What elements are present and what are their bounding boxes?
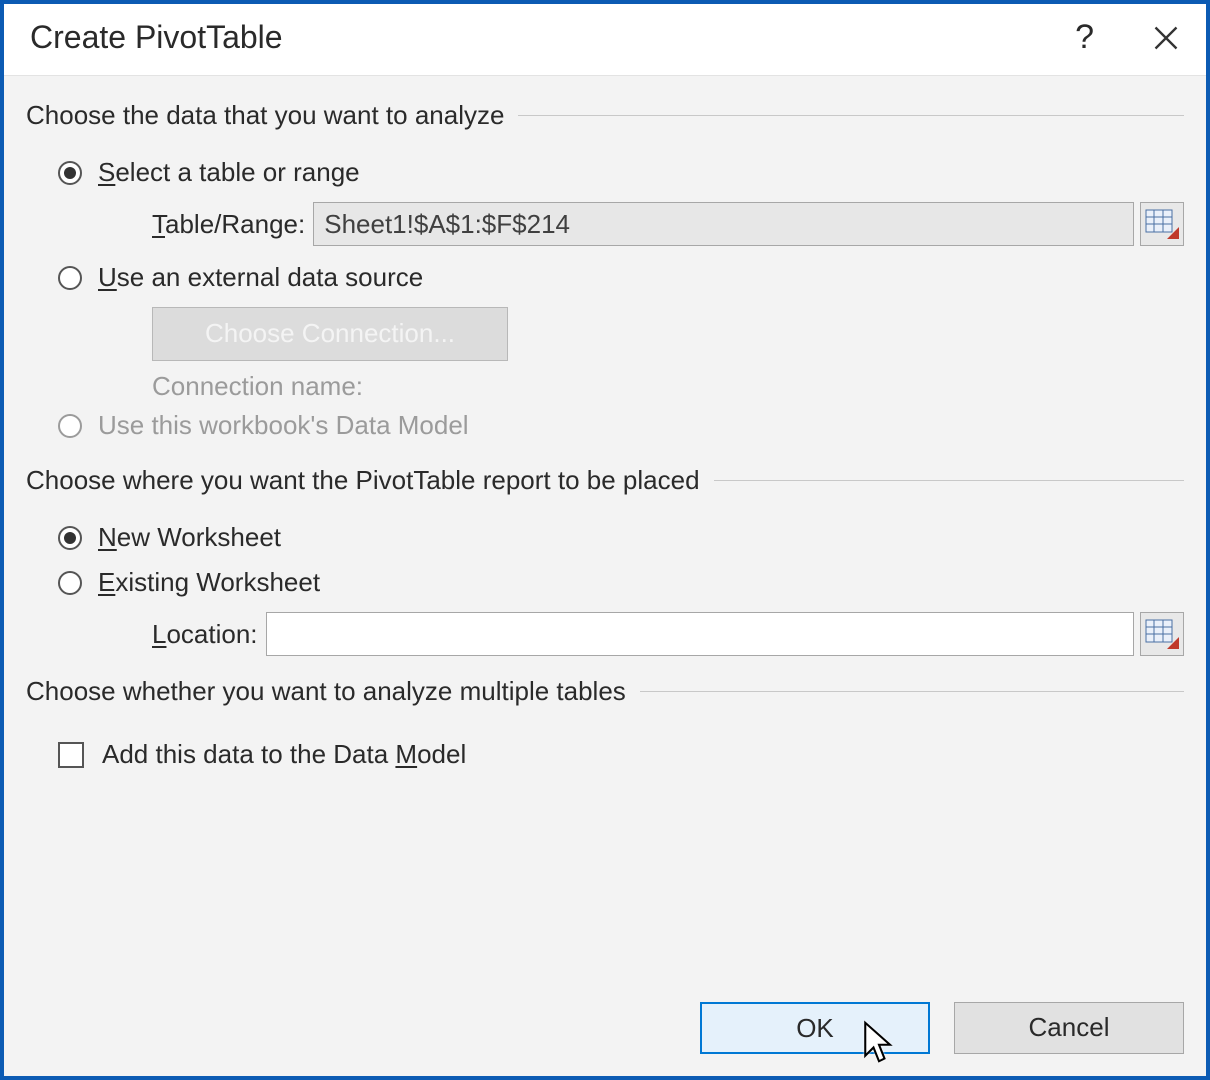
range-picker-icon [1145,619,1179,649]
option-add-to-data-model[interactable]: Add this data to the Data Model [58,739,1184,770]
group-multiple-tables-heading: Choose whether you want to analyze multi… [26,676,640,707]
option-select-table-range[interactable]: Select a table or range [58,157,1184,188]
cancel-button[interactable]: Cancel [954,1002,1184,1054]
range-picker-icon [1145,209,1179,239]
table-range-label: Table/Range: [152,209,305,240]
radio-existing-worksheet[interactable] [58,571,82,595]
option-external-data-source-label: Use an external data source [98,262,423,293]
option-existing-worksheet[interactable]: Existing Worksheet [58,567,1184,598]
group-multiple-tables: Choose whether you want to analyze multi… [26,676,1184,707]
choose-connection-button: Choose Connection... [152,307,508,361]
option-external-data-source[interactable]: Use an external data source [58,262,1184,293]
option-new-worksheet-label: New Worksheet [98,522,281,553]
option-add-to-data-model-label: Add this data to the Data Model [102,739,466,770]
group-data-source: Choose the data that you want to analyze [26,100,1184,131]
option-existing-worksheet-label: Existing Worksheet [98,567,320,598]
option-use-data-model: Use this workbook's Data Model [58,410,1184,441]
dialog-title: Create PivotTable [30,19,1075,56]
location-input[interactable] [266,612,1134,656]
help-button[interactable]: ? [1075,18,1094,57]
radio-use-data-model [58,414,82,438]
radio-new-worksheet[interactable] [58,526,82,550]
option-use-data-model-label: Use this workbook's Data Model [98,410,469,441]
table-range-picker-button[interactable] [1140,202,1184,246]
close-button[interactable] [1152,24,1180,52]
ok-button[interactable]: OK [700,1002,930,1054]
group-placement-heading: Choose where you want the PivotTable rep… [26,465,714,496]
group-placement: Choose where you want the PivotTable rep… [26,465,1184,496]
connection-name-label: Connection name: [152,371,1184,402]
dialog-footer: OK Cancel [26,992,1184,1076]
option-new-worksheet[interactable]: New Worksheet [58,522,1184,553]
location-picker-button[interactable] [1140,612,1184,656]
option-select-table-range-label: Select a table or range [98,157,360,188]
table-range-input[interactable] [313,202,1134,246]
location-label: Location: [152,619,258,650]
group-data-source-heading: Choose the data that you want to analyze [26,100,518,131]
radio-select-table-range[interactable] [58,161,82,185]
radio-external-data-source[interactable] [58,266,82,290]
dialog-body: Choose the data that you want to analyze… [4,76,1206,1076]
title-bar-buttons: ? [1075,18,1180,57]
checkbox-add-to-data-model[interactable] [58,742,84,768]
title-bar: Create PivotTable ? [4,4,1206,76]
